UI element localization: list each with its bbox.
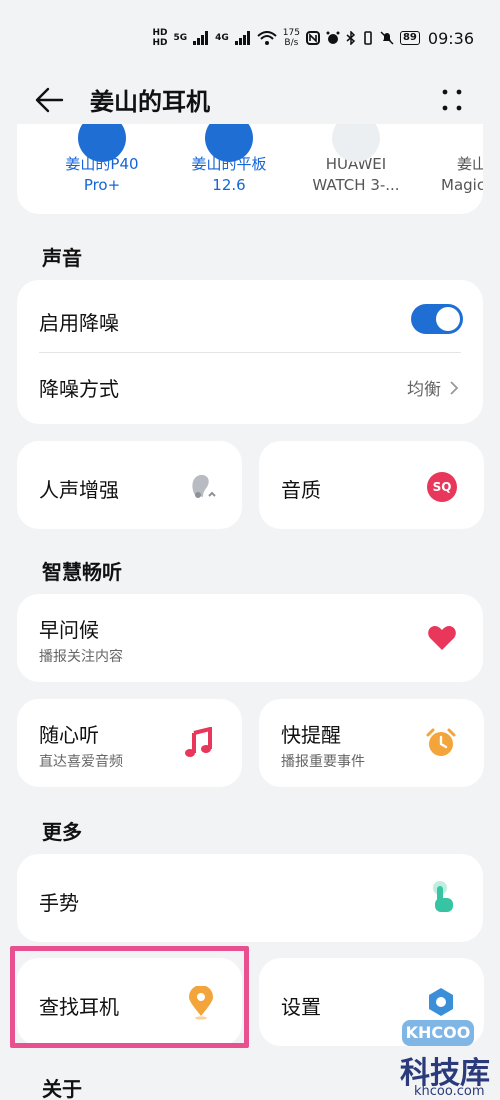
sq-badge-icon: SQ <box>427 472 457 502</box>
gesture-label: 手势 <box>39 891 79 915</box>
page-title: 姜山的耳机 <box>90 88 210 116</box>
gesture-card[interactable]: 手势 <box>17 854 483 942</box>
device-item-tablet[interactable]: 姜山的平板 12.6 <box>174 124 284 196</box>
settings-label: 设置 <box>281 995 321 1019</box>
net-speed-unit: B/s <box>284 38 299 48</box>
section-title-about: 关于 <box>42 1077 82 1100</box>
music-note-icon <box>185 727 212 757</box>
quick-reminder-card[interactable]: 快提醒 播报重要事件 <box>259 699 484 787</box>
audio-quality-card[interactable]: 音质 SQ <box>259 441 484 529</box>
noise-mode-value-text: 均衡 <box>407 380 441 400</box>
hd-badge: HD <box>152 28 168 38</box>
more-options-icon[interactable] <box>440 88 464 112</box>
app-bar: 姜山的耳机 <box>0 78 500 122</box>
voice-enhance-card[interactable]: 人声增强 <box>17 441 242 529</box>
device-item-p40[interactable]: 姜山的P40 Pro+ <box>47 124 157 196</box>
free-listen-card[interactable]: 随心听 直达喜爱音频 <box>17 699 242 787</box>
quick-reminder-subtitle: 播报重要事件 <box>281 754 365 770</box>
noise-cancel-card: 启用降噪 降噪方式 均衡 <box>17 280 483 424</box>
device-model: WATCH 3-... <box>312 176 400 194</box>
ear-icon <box>192 474 216 498</box>
device-model: Magic <box>441 176 483 194</box>
find-earphones-highlight <box>10 946 249 1048</box>
free-listen-label: 随心听 <box>39 723 99 747</box>
alarm-clock-icon <box>426 728 456 756</box>
device-item-magic[interactable]: 姜山 Magic <box>427 154 483 196</box>
noise-cancel-toggle[interactable] <box>411 304 463 334</box>
hd-indicators: HD HD <box>152 28 167 48</box>
wifi-icon <box>257 31 277 45</box>
network-4g-label: 4G <box>215 33 229 43</box>
quick-reminder-label: 快提醒 <box>281 723 341 747</box>
net-speed: 175 B/s <box>283 28 300 48</box>
connected-devices-card: 姜山的P40 Pro+ 姜山的平板 12.6 HUAWEI WATCH 3-..… <box>17 124 483 214</box>
morning-greeting-label: 早问候 <box>39 618 99 642</box>
section-title-sound: 声音 <box>42 246 82 270</box>
gear-icon <box>429 988 453 1016</box>
voice-enhance-label: 人声增强 <box>39 478 119 502</box>
device-model: 12.6 <box>212 176 246 194</box>
heart-icon <box>428 626 456 650</box>
divider <box>39 352 461 353</box>
battery-level: 89 <box>399 31 420 45</box>
alarm-icon <box>326 31 340 44</box>
status-bar: HD HD 5G 4G 175 B/s 89 09:36 <box>0 0 500 76</box>
noise-mode-value[interactable]: 均衡 <box>407 375 459 400</box>
toggle-knob <box>436 307 460 331</box>
back-arrow-icon[interactable] <box>34 86 64 114</box>
mute-bell-icon <box>380 31 394 45</box>
watermark: KHCOO 科技库 khcoo.com <box>380 1020 500 1100</box>
audio-quality-label: 音质 <box>281 478 321 502</box>
clock-time: 09:36 <box>427 28 474 48</box>
signal-icon <box>234 31 250 45</box>
hd-badge: HD <box>152 38 168 48</box>
bluetooth-icon <box>346 31 356 45</box>
net-speed-value: 175 <box>282 28 300 38</box>
device-model: Pro+ <box>83 176 121 194</box>
network-5g-label: 5G <box>173 33 188 43</box>
free-listen-subtitle: 直达喜爱音频 <box>39 754 123 770</box>
morning-greeting-card[interactable]: 早问候 播报关注内容 <box>17 594 483 682</box>
noise-mode-label[interactable]: 降噪方式 <box>39 373 119 402</box>
section-title-more: 更多 <box>42 820 82 844</box>
device-item-watch[interactable]: HUAWEI WATCH 3-... <box>301 124 411 196</box>
device-name: 姜山 <box>457 155 483 173</box>
vibrate-icon <box>364 31 372 45</box>
chevron-right-icon <box>450 380 459 395</box>
nfc-icon <box>305 31 320 45</box>
section-title-smart-listening: 智慧畅听 <box>42 560 122 584</box>
noise-cancel-label: 启用降噪 <box>39 311 119 335</box>
gesture-hand-icon <box>433 881 453 912</box>
morning-greeting-subtitle: 播报关注内容 <box>39 649 123 665</box>
watermark-url: khcoo.com <box>414 1084 485 1099</box>
watermark-logo: KHCOO <box>402 1020 474 1046</box>
signal-icon <box>193 31 209 45</box>
